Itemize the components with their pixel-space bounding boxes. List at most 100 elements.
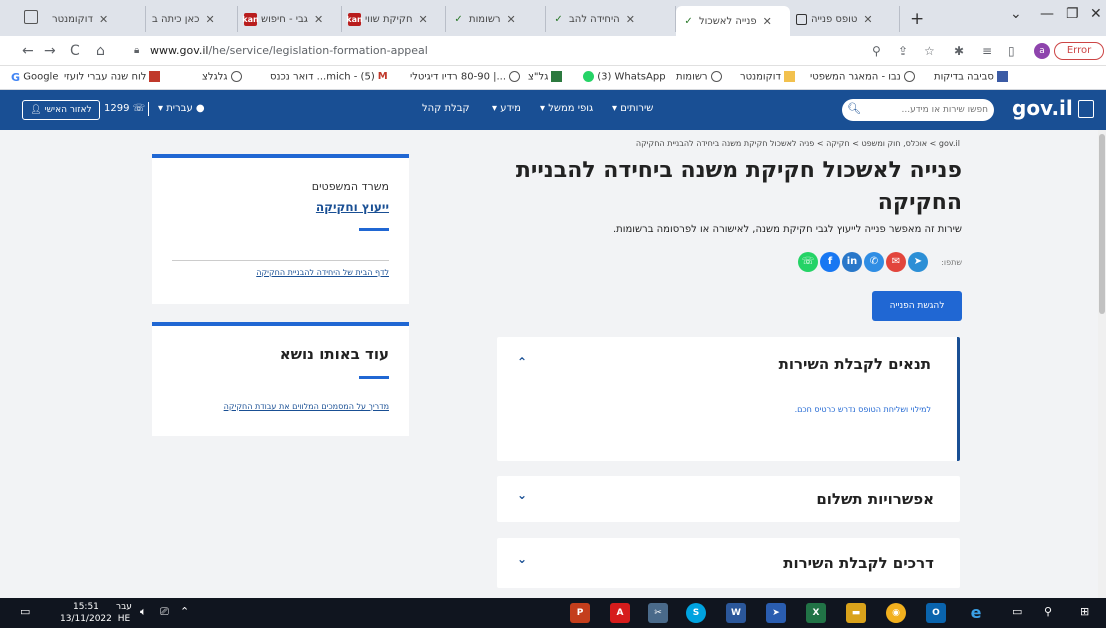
chevron-down-icon[interactable]: ⌄ <box>517 488 527 502</box>
browser-tab[interactable]: ✕ דוקומנטר <box>46 6 146 32</box>
chevron-up-icon[interactable]: ⌃ <box>517 355 527 369</box>
side-panel-icon[interactable]: ▯ <box>1008 44 1015 58</box>
messenger-icon[interactable]: ✆ <box>864 252 884 272</box>
search-icon[interactable]: 🔍︎ <box>847 102 861 115</box>
email-icon[interactable]: ✉ <box>886 252 906 272</box>
error-button[interactable]: Error <box>1054 42 1104 60</box>
profile-avatar[interactable]: a <box>1034 43 1050 59</box>
bookmark-label: רשומות <box>676 71 708 83</box>
restore-button[interactable]: ❐ <box>1066 6 1079 22</box>
arrow-app-icon[interactable]: ➤ <box>766 603 786 623</box>
tab-close-icon[interactable]: ✕ <box>763 15 772 28</box>
tab-search-icon[interactable] <box>24 10 38 24</box>
telegram-icon[interactable]: ➤ <box>908 252 928 272</box>
forward-arrow-icon[interactable]: → <box>44 43 56 59</box>
snipping-icon[interactable]: ✂ <box>648 603 668 623</box>
tab-close-icon[interactable]: ✕ <box>99 13 108 26</box>
nav-reception[interactable]: קבלת קהל <box>422 103 470 114</box>
close-window-button[interactable]: ✕ <box>1090 6 1102 22</box>
bookmark-item[interactable]: רשומות <box>676 71 722 83</box>
browser-tab[interactable]: ✕ היחידה להב ✓ <box>546 6 676 32</box>
linkedin-icon[interactable]: in <box>842 252 862 272</box>
url-field[interactable]: www.gov.il/he/service/legislation-format… <box>150 44 428 57</box>
browser-tab[interactable]: ✕ כאן כיתה ב <box>146 6 238 32</box>
tab-close-icon[interactable]: ✕ <box>626 13 635 26</box>
browser-tab-active[interactable]: ✕ פנייה לאשכול ✓ <box>676 6 790 36</box>
search-input[interactable] <box>862 102 988 118</box>
nav-services[interactable]: שירותים ▾ <box>612 103 653 114</box>
bookmark-item[interactable]: (3) WhatsApp <box>580 71 666 83</box>
phone-number[interactable]: 1299 ☏ <box>104 103 145 114</box>
accordion-payment[interactable]: אפשרויות תשלום ⌄ <box>497 476 960 522</box>
gov-logo[interactable]: gov.il <box>1012 96 1073 120</box>
browser-tab[interactable]: ✕ טופס פנייה <box>790 6 900 32</box>
task-view-icon[interactable]: ▭ <box>1012 605 1022 618</box>
accordion-conditions[interactable]: תנאים לקבלת השירות ⌃ למילוי ושליחת הטופס… <box>497 337 960 461</box>
chrome-icon[interactable]: ◉ <box>886 603 906 623</box>
personal-area-button[interactable]: לאזור האישי 👤︎ <box>22 100 100 120</box>
excel-icon[interactable]: X <box>806 603 826 623</box>
bookmark-item[interactable]: G Google <box>8 71 58 84</box>
chevron-down-icon[interactable]: ⌄ <box>517 552 527 566</box>
browser-tab[interactable]: ✕ גבי - חיפוש kan <box>238 6 342 32</box>
lock-icon[interactable]: 🔒︎ <box>134 45 139 56</box>
new-tab-button[interactable]: + <box>910 9 924 29</box>
notification-icon[interactable]: ▭ <box>20 605 30 618</box>
tab-close-icon[interactable]: ✕ <box>507 13 516 26</box>
bookmark-item[interactable]: נבו - המאגר המשפטי <box>810 71 915 83</box>
input-language[interactable]: עבר HE <box>116 601 132 625</box>
skype-icon[interactable]: S <box>686 603 706 623</box>
bookmark-item[interactable]: גלגלצ <box>202 71 242 83</box>
chevron-up-icon[interactable]: ⌃ <box>180 605 189 618</box>
phone-label: 1299 <box>104 103 130 114</box>
apply-button[interactable]: להגשת הפנייה <box>872 291 962 321</box>
tab-list-chevron-icon[interactable]: ⌄ <box>1010 6 1022 22</box>
bookmark-item[interactable]: ...| 80-90 רדיו דיגיטלי <box>410 71 521 83</box>
reading-list-icon[interactable]: ≡ <box>982 44 992 58</box>
unit-link[interactable]: ייעוץ וחקיקה <box>316 200 389 214</box>
language-selector[interactable]: ● עברית ▾ <box>158 103 205 114</box>
zoom-icon[interactable]: ⚲ <box>872 44 881 58</box>
facebook-icon[interactable]: f <box>820 252 840 272</box>
word-icon[interactable]: W <box>726 603 746 623</box>
tab-close-icon[interactable]: ✕ <box>205 13 214 26</box>
share-page-icon[interactable]: ⇪ <box>898 44 908 58</box>
powerpoint-icon[interactable]: P <box>570 603 590 623</box>
bookmark-item[interactable]: גל"צ <box>528 71 563 83</box>
page-scrollbar[interactable] <box>1098 130 1106 598</box>
nav-info[interactable]: מידע ▾ <box>492 103 521 114</box>
acrobat-icon[interactable]: A <box>610 603 630 623</box>
outlook-icon[interactable]: O <box>926 603 946 623</box>
nav-gov-bodies[interactable]: גופי ממשל ▾ <box>540 103 593 114</box>
browser-tab[interactable]: ✕ רשומות ✓ <box>446 6 546 32</box>
accordion-ways[interactable]: דרכים לקבלת השירות ⌄ <box>497 538 960 588</box>
unit-homepage-link[interactable]: לדף הבית של היחידה להבניית החקיקה <box>256 268 389 277</box>
bookmark-item[interactable]: סביבה בדיקות <box>934 71 1008 83</box>
search-icon[interactable]: ⚲ <box>1044 605 1052 618</box>
tab-close-icon[interactable]: ✕ <box>863 13 872 26</box>
browser-tab[interactable]: ✕ חקיקת שווי kan <box>342 6 446 32</box>
related-guide-link[interactable]: מדריך על המסמכים המלווים את עבודת החקיקה <box>224 402 389 411</box>
bookmark-star-icon[interactable]: ☆ <box>924 44 935 58</box>
tab-close-icon[interactable]: ✕ <box>314 13 323 26</box>
home-icon[interactable]: ⌂ <box>96 43 105 59</box>
bookmark-item[interactable]: דוקומנטר <box>740 71 795 83</box>
volume-icon[interactable]: 🔈︎ <box>140 605 147 619</box>
windows-start-icon[interactable]: ⊞ <box>1080 605 1089 618</box>
tab-title: כאן כיתה ב <box>152 13 200 25</box>
minimize-button[interactable]: — <box>1040 6 1054 22</box>
bookmark-item[interactable]: לוח שנה עברי לועזי <box>64 71 161 83</box>
breadcrumb[interactable]: gov.il > אוכלס, חוק ומשפט > חקיקה > פניה… <box>600 139 960 148</box>
extension-icon[interactable]: ✱ <box>954 44 964 58</box>
bookmark-item[interactable]: M(5) - mich... דואר נכנס <box>270 71 388 83</box>
tab-close-icon[interactable]: ✕ <box>418 13 427 26</box>
back-arrow-icon[interactable]: ← <box>22 43 34 59</box>
edge-icon[interactable]: e <box>966 603 986 623</box>
scrollbar-thumb[interactable] <box>1099 134 1105 314</box>
clock[interactable]: 15:51 13/11/2022 <box>60 601 112 625</box>
accordion-body-link[interactable]: למילוי ושליחת הטופס נדרש כרטיס חכם. <box>795 405 931 414</box>
reload-icon[interactable]: C <box>70 43 80 59</box>
file-explorer-icon[interactable]: ▬ <box>846 603 866 623</box>
whatsapp-icon[interactable]: ☏ <box>798 252 818 272</box>
network-icon[interactable]: ⎚ <box>160 605 169 619</box>
